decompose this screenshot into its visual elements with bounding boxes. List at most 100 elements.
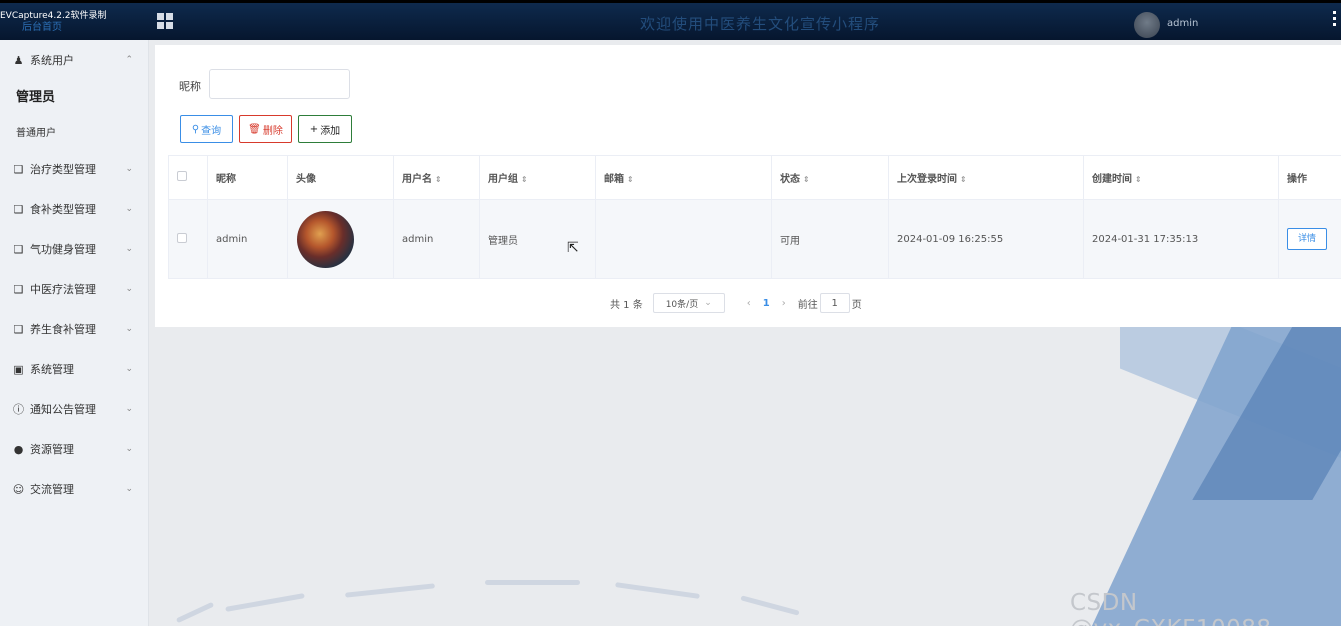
status-cell: 可用 — [771, 199, 889, 279]
query-button[interactable]: ⚲ 查询 — [180, 115, 233, 143]
person-icon: ♟ — [13, 53, 24, 67]
sidebar-subitem-label: 管理员 — [16, 89, 56, 105]
sidebar-item-notices[interactable]: ⓘ 通知公告管理 ⌄ — [0, 389, 149, 429]
action-cell: 详情 — [1278, 199, 1341, 279]
sort-icon[interactable]: ⇕ — [960, 175, 967, 184]
chevron-down-icon: ⌄ — [704, 298, 712, 308]
column-header[interactable]: 创建时间 ⇕ — [1083, 155, 1279, 200]
search-label: 昵称 — [179, 80, 201, 93]
main-panel: 昵称 ⚲ 查询 🗑 删除 + 添加 昵称 头像 用户名 ⇕ 用户组 ⇕ 邮箱 ⇕ 状态… — [155, 45, 1341, 327]
select-all-cell[interactable] — [168, 155, 208, 200]
grid-icon[interactable] — [157, 13, 173, 29]
chevron-down-icon: ⌄ — [125, 404, 133, 414]
select-all-checkbox[interactable] — [177, 171, 187, 181]
row-checkbox[interactable] — [177, 232, 187, 243]
user-table: 昵称 头像 用户名 ⇕ 用户组 ⇕ 邮箱 ⇕ 状态 ⇕ 上次登录时间 ⇕ 创建时间 ⇕ 操作… — [168, 155, 1341, 279]
doc-icon: ❑ — [13, 282, 24, 296]
page-size-label: 10条/页 — [665, 299, 699, 310]
sidebar-item-health-diet[interactable]: ❑ 养生食补管理 ⌄ — [0, 309, 149, 349]
email-cell — [595, 199, 772, 279]
delete-button[interactable]: 🗑 删除 — [239, 115, 292, 143]
mouse-cursor-icon: ⇱ — [567, 240, 579, 256]
sidebar-item-system-users[interactable]: ♟ 系统用户 ⌃ — [0, 40, 149, 80]
info-icon: ⓘ — [13, 403, 24, 416]
column-header[interactable]: 邮箱 ⇕ — [595, 155, 772, 200]
goto-prefix: 前往 — [797, 299, 818, 311]
background-stroke — [175, 601, 215, 624]
sort-icon[interactable]: ⇕ — [435, 175, 442, 184]
username-cell: admin — [393, 199, 480, 279]
sidebar-item-tcm-therapy[interactable]: ❑ 中医疗法管理 ⌄ — [0, 269, 149, 309]
chevron-down-icon: ⌄ — [125, 364, 133, 374]
sidebar-item-label: 系统用户 — [30, 54, 74, 67]
sidebar-subitem-admin[interactable]: 管理员 — [0, 77, 149, 113]
detail-button[interactable]: 详情 — [1287, 228, 1327, 250]
site-title: 欢迎使用中医养生文化宣传小程序 — [639, 15, 880, 33]
trash-icon: 🗑 — [248, 123, 261, 135]
sidebar-subitem-normal-user[interactable]: 普通用户 — [0, 113, 149, 149]
chevron-down-icon: ⌄ — [125, 284, 133, 294]
column-header[interactable]: 用户名 ⇕ — [393, 155, 480, 200]
page-size-select[interactable]: 10条/页 ⌄ — [652, 293, 725, 313]
sort-icon[interactable]: ⇕ — [627, 175, 634, 184]
delete-button-label: 删除 — [262, 125, 283, 137]
column-header[interactable]: 上次登录时间 ⇕ — [888, 155, 1084, 200]
watermark: CSDN @vx_CXKF10088 — [1070, 590, 1271, 626]
user-avatar[interactable] — [1134, 12, 1160, 38]
nickname-cell: admin — [207, 199, 288, 279]
sidebar: ♟ 系统用户 ⌃ 管理员 普通用户 ❑ 治疗类型管理 ⌄ ❑ 食补类型管理 ⌄ … — [0, 40, 149, 626]
plus-icon: + — [309, 123, 319, 135]
picture-icon: ▣ — [13, 362, 24, 376]
background-stroke — [615, 582, 700, 599]
add-button[interactable]: + 添加 — [298, 115, 352, 143]
top-bar: 后台首页 EVCapture4.2.2软件录制 欢迎使用中医养生文化宣传小程序 … — [0, 0, 1341, 40]
row-select-cell[interactable] — [168, 199, 208, 279]
sidebar-item-treatment-types[interactable]: ❑ 治疗类型管理 ⌄ — [0, 149, 149, 189]
prev-page-icon[interactable]: ‹ — [747, 298, 751, 309]
next-page-icon[interactable]: › — [782, 298, 786, 309]
search-icon: ⚲ — [191, 123, 200, 135]
background-stroke — [344, 583, 436, 598]
column-header[interactable]: 状态 ⇕ — [771, 155, 889, 200]
recorder-label: EVCapture4.2.2软件录制 — [0, 11, 107, 21]
column-header[interactable]: 用户组 ⇕ — [479, 155, 596, 200]
pagination: 共 1 条 10条/页 ⌄ ‹ 1 › 前往 1 页 — [610, 292, 862, 314]
query-button-label: 查询 — [201, 125, 222, 137]
doc-icon: ❑ — [13, 242, 24, 256]
sort-icon[interactable]: ⇕ — [803, 175, 810, 184]
chevron-down-icon: ⌄ — [125, 484, 133, 494]
sidebar-item-label: 交流管理 — [30, 483, 74, 496]
sidebar-item-diet-types[interactable]: ❑ 食补类型管理 ⌄ — [0, 189, 149, 229]
doc-icon: ❑ — [13, 322, 24, 336]
chevron-down-icon: ⌄ — [125, 204, 133, 214]
sort-icon[interactable]: ⇕ — [521, 175, 528, 184]
sidebar-item-resources[interactable]: ● 资源管理 ⌄ — [0, 429, 149, 469]
sidebar-item-label: 资源管理 — [30, 443, 74, 456]
sidebar-item-qigong[interactable]: ❑ 气功健身管理 ⌄ — [0, 229, 149, 269]
sidebar-item-label: 中医疗法管理 — [30, 283, 96, 296]
nickname-search-input[interactable] — [209, 69, 350, 99]
sidebar-item-communication[interactable]: ☺ 交流管理 ⌄ — [0, 469, 149, 509]
created-time-cell: 2024-01-31 17:35:13 — [1083, 199, 1279, 279]
chat-icon: ☺ — [12, 482, 25, 496]
sidebar-item-label: 养生食补管理 — [30, 323, 96, 336]
chevron-down-icon: ⌄ — [125, 244, 133, 254]
more-icon[interactable] — [1333, 11, 1336, 26]
current-page[interactable]: 1 — [763, 298, 770, 309]
sidebar-item-label: 食补类型管理 — [30, 203, 96, 216]
sidebar-item-system-management[interactable]: ▣ 系统管理 ⌄ — [0, 349, 149, 389]
last-login-cell: 2024-01-09 16:25:55 — [888, 199, 1084, 279]
table-row: admin admin 管理员 可用 2024-01-09 16:25:55 2… — [168, 199, 1341, 279]
table-header-row: 昵称 头像 用户名 ⇕ 用户组 ⇕ 邮箱 ⇕ 状态 ⇕ 上次登录时间 ⇕ 创建时间 ⇕ 操作 — [168, 155, 1341, 200]
goto-suffix: 页 — [851, 299, 862, 311]
doc-icon: ❑ — [13, 202, 24, 216]
chevron-down-icon: ⌄ — [125, 164, 133, 174]
chevron-up-icon: ⌃ — [125, 55, 133, 65]
current-username[interactable]: admin — [1167, 18, 1198, 29]
total-count: 共 1 条 — [610, 299, 643, 311]
column-header: 操作 — [1278, 155, 1341, 200]
column-header: 昵称 — [207, 155, 288, 200]
goto-page-input[interactable]: 1 — [819, 293, 850, 313]
sidebar-item-label: 通知公告管理 — [30, 403, 96, 416]
sort-icon[interactable]: ⇕ — [1135, 175, 1142, 184]
